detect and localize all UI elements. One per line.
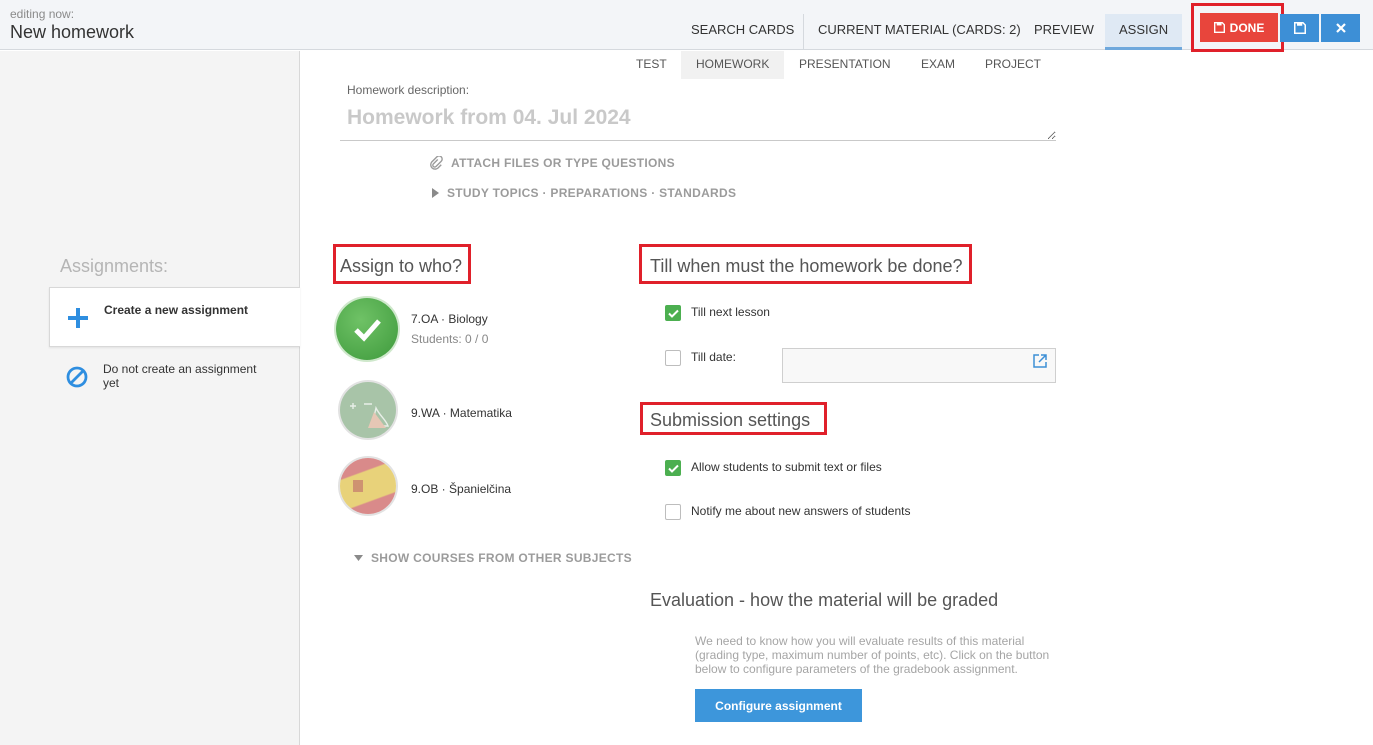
allow-submit-checkbox[interactable] <box>665 460 681 476</box>
allow-submit-option[interactable]: Allow students to submit text or files <box>665 460 882 476</box>
study-topics-toggle[interactable]: STUDY TOPICS · PREPARATIONS · STANDARDS <box>432 186 736 200</box>
spain-flag-icon <box>353 480 363 492</box>
attach-files-label: ATTACH FILES OR TYPE QUESTIONS <box>451 156 675 170</box>
course-avatar <box>336 298 398 360</box>
chalkboard-icon <box>350 403 389 428</box>
top-header: editing now: New homework SEARCH CARDS C… <box>0 0 1373 50</box>
course-name: 9.OB · Španielčina <box>411 482 512 496</box>
open-external-icon[interactable] <box>1033 354 1047 368</box>
type-tab-project[interactable]: PROJECT <box>985 51 1041 79</box>
study-topics-label: STUDY TOPICS · PREPARATIONS · STANDARDS <box>447 186 737 200</box>
description-input[interactable] <box>340 98 1056 141</box>
checkmark-icon <box>354 319 381 342</box>
close-icon <box>1335 23 1346 33</box>
notify-answers-label: Notify me about new answers of students <box>691 504 911 518</box>
sidebar-item-label: Do not create an assignment yet <box>103 362 257 390</box>
done-button[interactable]: DONE <box>1200 13 1278 42</box>
course-avatar <box>340 382 396 438</box>
save-button[interactable] <box>1280 14 1319 42</box>
course-info: 7.OA · Biology Students: 0 / 0 <box>411 312 488 346</box>
course-avatar <box>340 458 396 514</box>
course-info: 9.WA · Matematika <box>411 406 512 420</box>
type-tab-presentation[interactable]: PRESENTATION <box>799 51 891 79</box>
tab-preview[interactable]: PREVIEW <box>1034 14 1094 50</box>
notify-answers-checkbox[interactable] <box>665 504 681 520</box>
evaluation-description: We need to know how you will evaluate re… <box>695 634 1050 676</box>
course-info: 9.OB · Španielčina <box>411 482 511 496</box>
till-date-label: Till date: <box>691 350 736 364</box>
course-item-spanielcina[interactable]: 9.OB · Španielčina <box>336 458 511 514</box>
caret-down-icon <box>354 555 363 561</box>
till-date-input[interactable] <box>782 348 1056 383</box>
assignments-sidebar: Assignments: Create a new assignment Do … <box>0 51 300 745</box>
till-date-option[interactable]: Till date: <box>665 350 736 366</box>
type-tab-test[interactable]: TEST <box>636 51 667 79</box>
sidebar-item-create-assignment[interactable]: Create a new assignment <box>49 287 300 347</box>
assignments-heading: Assignments: <box>60 256 169 276</box>
material-title: New homework <box>10 22 135 42</box>
tab-assign[interactable]: ASSIGN <box>1105 14 1183 50</box>
configure-assignment-button[interactable]: Configure assignment <box>695 689 862 722</box>
till-next-lesson-label: Till next lesson <box>691 305 770 319</box>
type-tab-exam[interactable]: EXAM <box>921 51 955 79</box>
checkmark-icon <box>667 464 679 473</box>
description-label: Homework description: <box>347 83 470 97</box>
show-other-courses-label: SHOW COURSES FROM OTHER SUBJECTS <box>371 551 632 565</box>
assign-heading: Assign to who? <box>340 256 463 276</box>
till-next-lesson-checkbox[interactable] <box>665 305 681 321</box>
sidebar-item-no-assignment[interactable]: Do not create an assignment yet <box>49 347 300 407</box>
course-item-matematika[interactable]: 9.WA · Matematika <box>336 382 512 438</box>
editing-label: editing now: <box>10 7 75 21</box>
till-date-checkbox[interactable] <box>665 350 681 366</box>
course-name: 7.OA · Biology <box>411 312 488 326</box>
course-students: Students: 0 / 0 <box>411 332 489 346</box>
submission-heading: Submission settings <box>650 410 811 430</box>
till-next-lesson-option[interactable]: Till next lesson <box>665 305 770 321</box>
close-button[interactable] <box>1321 14 1360 42</box>
attach-files-link[interactable]: ATTACH FILES OR TYPE QUESTIONS <box>429 156 675 170</box>
checkmark-icon <box>667 309 679 318</box>
evaluation-heading: Evaluation - how the material will be gr… <box>650 590 999 610</box>
course-item-biology[interactable]: 7.OA · Biology Students: 0 / 0 <box>336 298 488 360</box>
notify-answers-option[interactable]: Notify me about new answers of students <box>665 504 910 520</box>
no-entry-icon <box>66 366 88 388</box>
deadline-heading: Till when must the homework be done? <box>650 256 963 276</box>
tab-current-material[interactable]: CURRENT MATERIAL (CARDS: 2) <box>803 14 1021 50</box>
type-tab-homework[interactable]: HOMEWORK <box>681 51 785 79</box>
paperclip-icon <box>430 156 443 170</box>
sidebar-item-label: Create a new assignment <box>104 303 249 317</box>
allow-submit-label: Allow students to submit text or files <box>691 460 882 474</box>
caret-right-icon <box>432 188 439 198</box>
course-name: 9.WA · Matematika <box>411 406 512 420</box>
floppy-disk-icon <box>1213 22 1225 33</box>
plus-icon <box>68 308 88 328</box>
tab-search-cards[interactable]: SEARCH CARDS <box>691 14 794 50</box>
show-other-courses-toggle[interactable]: SHOW COURSES FROM OTHER SUBJECTS <box>354 551 632 565</box>
done-label: DONE <box>1229 20 1265 35</box>
floppy-disk-icon <box>1293 22 1306 34</box>
